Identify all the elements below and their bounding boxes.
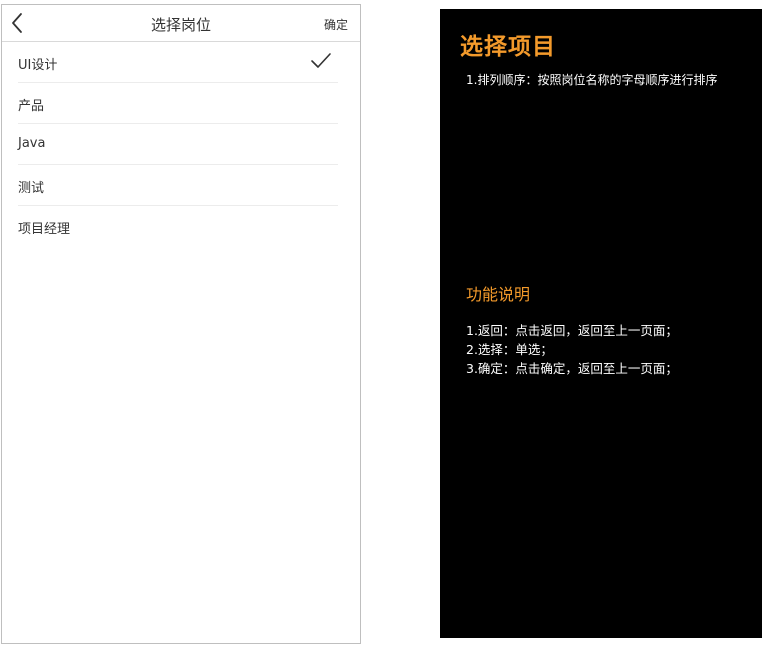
job-label: 项目经理 [18,222,71,237]
function-list: 1.返回：点击返回，返回至上一页面； 2.选择：单选； 3.确定：点击确定，返回… [466,321,678,378]
confirm-button[interactable]: 确定 [324,16,348,33]
annotation-title: 选择项目 [460,34,556,60]
job-item-testing[interactable]: 测试 [18,165,338,206]
page: 选择岗位 确定 UI设计 产品 Java 测试 项目经理 选择项目 1.排列顺序… [0,0,762,651]
function-title: 功能说明 [466,285,531,304]
phone-screen: 选择岗位 确定 UI设计 产品 Java 测试 项目经理 [1,4,361,644]
nav-bar: 选择岗位 确定 [2,5,360,42]
checkmark-icon [310,52,332,70]
job-item-java[interactable]: Java [18,124,338,165]
function-item-back: 1.返回：点击返回，返回至上一页面； [466,323,678,338]
back-button[interactable] [8,11,28,35]
job-label: UI设计 [18,58,58,73]
job-item-ui-design[interactable]: UI设计 [18,42,338,83]
annotation-panel: 选择项目 1.排列顺序：按照岗位名称的字母顺序进行排序 功能说明 1.返回：点击… [440,9,762,638]
page-title: 选择岗位 [150,16,211,34]
function-item-confirm: 3.确定：点击确定，返回至上一页面； [466,361,678,376]
chevron-left-icon [8,11,28,35]
function-item-select: 2.选择：单选； [466,342,553,357]
job-list: UI设计 产品 Java 测试 项目经理 [2,42,360,246]
job-label: 产品 [18,99,45,114]
job-label: 测试 [18,181,45,196]
job-item-product[interactable]: 产品 [18,83,338,124]
job-label: Java [18,136,46,151]
job-item-project-manager[interactable]: 项目经理 [18,206,338,246]
sort-rule-text: 1.排列顺序：按照岗位名称的字母顺序进行排序 [466,73,718,87]
